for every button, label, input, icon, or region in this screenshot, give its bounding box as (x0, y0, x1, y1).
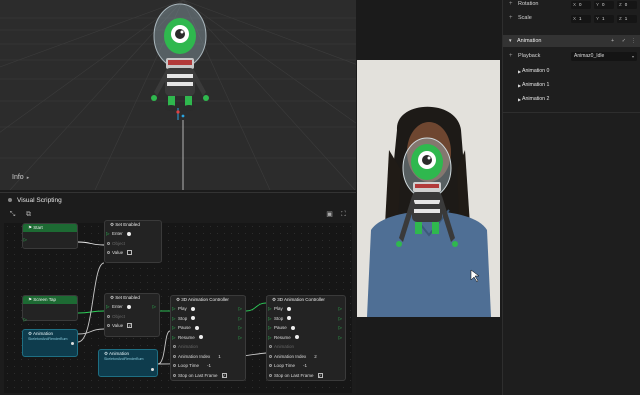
node-set-enabled-2[interactable]: ⚙ Set Enabled ▷ Enter ▷ Object Value ✓ (104, 293, 160, 337)
port-object[interactable]: Object (105, 239, 161, 249)
port-play[interactable]: ▷ Play ▷ (171, 304, 245, 314)
inspector-divider (503, 112, 640, 113)
playback-label: Playback (518, 53, 541, 59)
port-animation-index[interactable]: Animation Index 1 (171, 352, 245, 362)
animation-section-title: Animation (517, 38, 542, 44)
output-pin[interactable] (71, 342, 74, 345)
port-stop[interactable]: ▷ Stop ▷ (171, 314, 245, 324)
port-loop-time[interactable]: Loop Time -1 (267, 361, 345, 371)
visual-scripting-title: Visual Scripting (17, 196, 62, 204)
animation-0-item[interactable]: ▶ Animation 0 (503, 65, 640, 78)
fullscreen-icon[interactable]: ⛶ (339, 210, 348, 219)
camera-preview[interactable] (357, 60, 500, 317)
port-value[interactable]: Value ✓ (105, 321, 159, 331)
playback-row: + Playback Animaz0_Idle ▾ (503, 50, 640, 63)
scene-viewport[interactable]: Info ▸ (0, 0, 356, 190)
port-animation[interactable]: Animation (267, 342, 345, 352)
node-3d-animation-controller-1[interactable]: ⚙ 3D Animation Controller ▷ Play ▷ ▷ Stop ▷ … (170, 295, 246, 381)
node-title: ⚙ 3D Animation Controller (176, 297, 229, 302)
port-stop-on-last-frame[interactable]: Stop on Last Frame ✓ (267, 371, 345, 381)
port-stop[interactable]: ▷ Stop ▷ (267, 314, 345, 324)
add-keyframe-icon[interactable]: + (509, 12, 513, 25)
animation-section-header[interactable]: ▼ Animation + ✓ ⋮ (503, 35, 640, 47)
rotation-z-field[interactable]: Z0 (617, 0, 637, 9)
node-title: ⚙ 3D Animation Controller (272, 297, 325, 302)
scale-x-field[interactable]: X1 (571, 14, 591, 23)
add-keyframe-icon[interactable]: + (509, 0, 513, 11)
node-animation-2[interactable]: ⚙ Animation SkeletonAndRenderBum (98, 349, 158, 377)
info-label: Info (12, 174, 24, 181)
stop-last-frame-checkbox[interactable]: ✓ (221, 372, 227, 378)
playback-select[interactable]: Animaz0_Idle ▾ (571, 52, 637, 61)
inspector-panel: + Rotation X0 Y0 Z0 + Scale X1 Y1 Z1 ▼ A… (502, 0, 640, 395)
scale-z-field[interactable]: Z1 (617, 14, 637, 23)
info-menu[interactable]: Info ▸ (12, 174, 29, 181)
scale-label: Scale (518, 15, 532, 21)
port-play[interactable]: ▷ Play ▷ (267, 304, 345, 314)
value-checkbox[interactable] (127, 250, 133, 256)
snap-icon[interactable]: ⤡ (8, 210, 17, 219)
align-icon[interactable]: ⧉ (24, 210, 33, 219)
collapse-triangle-icon: ▼ (508, 38, 513, 43)
port-animation[interactable]: Animation (171, 342, 245, 352)
visual-scripting-panel: Visual Scripting ⤡ ⧉ ▣ ⛶ ⚑ Start ▷ ⚙ Set… (0, 192, 356, 395)
port-enter[interactable]: ▷ Enter (105, 229, 161, 239)
panel-dot-icon (8, 198, 12, 202)
scale-row: + Scale X1 Y1 Z1 (503, 12, 640, 25)
rotation-row: + Rotation X0 Y0 Z0 (503, 0, 640, 11)
output-pin[interactable] (151, 368, 154, 371)
node-subtitle: SkeletonAndRenderBum (104, 357, 144, 361)
node-start[interactable]: ⚑ Start ▷ (22, 223, 78, 249)
visual-scripting-toolbar: ⤡ ⧉ ▣ ⛶ (8, 210, 348, 220)
viewport-grid (0, 0, 356, 190)
node-title: ⚙ Set Enabled (110, 295, 140, 300)
port-loop-time[interactable]: Loop Time -1 (171, 361, 245, 371)
node-screen-tap[interactable]: ⚑ Screen Tap ▷ (22, 295, 78, 322)
node-title: ⚙ Set Enabled (110, 222, 140, 227)
expand-triangle-icon: ▶ (518, 97, 522, 102)
rotation-label: Rotation (518, 1, 539, 7)
node-3d-animation-controller-2[interactable]: ⚙ 3D Animation Controller ▷ Play ▷ ▷ Stop ▷ … (266, 295, 346, 381)
animation-2-item[interactable]: ▶ Animation 2 (503, 93, 640, 106)
chevron-down-icon: ▾ (631, 54, 634, 59)
port-pause[interactable]: ▷ Pause ▷ (267, 323, 345, 333)
port-enter[interactable]: ▷ Enter ▷ (105, 302, 159, 312)
node-start-title: ⚑ Start (23, 224, 77, 232)
exec-out-arrow-icon: ▷ (23, 317, 27, 322)
value-checkbox[interactable]: ✓ (127, 323, 133, 329)
info-caret-icon: ▸ (26, 175, 30, 181)
rotation-x-field[interactable]: X0 (571, 0, 591, 9)
visual-scripting-header: Visual Scripting (0, 193, 356, 207)
exec-out-arrow-icon: ▷ (23, 237, 27, 242)
add-icon[interactable]: + (611, 35, 614, 47)
rotation-y-field[interactable]: Y0 (594, 0, 614, 9)
port-stop-on-last-frame[interactable]: Stop on Last Frame ✓ (171, 371, 245, 381)
node-set-enabled-1[interactable]: ⚙ Set Enabled ▷ Enter Object Value (104, 220, 162, 263)
animation-1-item[interactable]: ▶ Animation 1 (503, 79, 640, 92)
node-subtitle: SkeletonAndRenderBum (28, 337, 68, 341)
more-icon[interactable]: ⋮ (631, 35, 636, 47)
node-title: ⚑ Screen Tap (23, 296, 77, 304)
port-animation-index[interactable]: Animation Index 2 (267, 352, 345, 362)
preview-footer (356, 317, 502, 395)
preview-image (357, 60, 500, 317)
add-keyframe-icon[interactable]: + (509, 50, 513, 63)
check-icon[interactable]: ✓ (622, 35, 626, 47)
port-object[interactable]: Object (105, 312, 159, 322)
node-animation-1[interactable]: ⚙ Animation SkeletonAndRenderBum (22, 329, 78, 357)
expand-triangle-icon: ▶ (518, 69, 522, 74)
port-pause[interactable]: ▷ Pause ▷ (171, 323, 245, 333)
expand-triangle-icon: ▶ (518, 83, 522, 88)
stop-last-frame-checkbox[interactable]: ✓ (317, 372, 323, 378)
graph-canvas[interactable]: ⚑ Start ▷ ⚙ Set Enabled ▷ Enter Object Va… (4, 220, 352, 393)
fit-view-icon[interactable]: ▣ (325, 210, 334, 219)
scale-y-field[interactable]: Y1 (594, 14, 614, 23)
character-model[interactable] (151, 3, 209, 111)
port-resume[interactable]: ▷ Resume ▷ (267, 333, 345, 343)
port-value[interactable]: Value (105, 248, 161, 258)
port-resume[interactable]: ▷ Resume ▷ (171, 333, 245, 343)
